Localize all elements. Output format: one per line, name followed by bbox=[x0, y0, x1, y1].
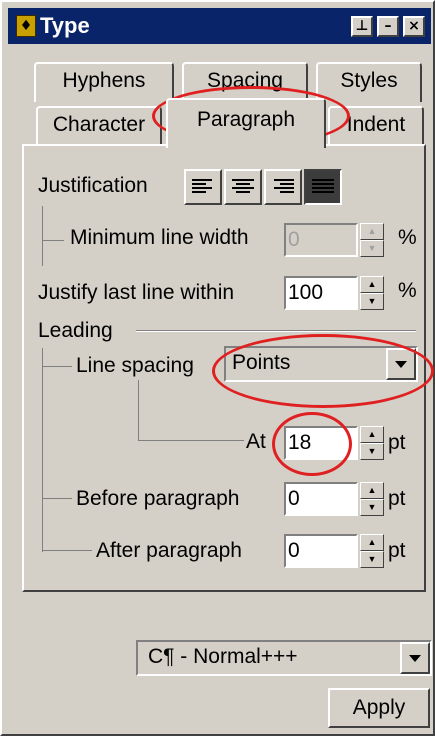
justify-button[interactable] bbox=[304, 169, 342, 205]
tab-styles[interactable]: Styles bbox=[316, 62, 422, 102]
justify-last-line-spinner[interactable]: ▲ ▼ bbox=[360, 276, 384, 310]
app-logo-icon: ♦ bbox=[16, 15, 36, 37]
spin-down-icon[interactable]: ▼ bbox=[360, 443, 384, 460]
tree-line bbox=[42, 348, 43, 552]
tab-character[interactable]: Character bbox=[36, 106, 162, 146]
min-line-width-label: Minimum line width bbox=[70, 226, 249, 249]
at-label: At bbox=[246, 430, 266, 453]
justify-last-line-label: Justify last line within bbox=[38, 281, 235, 304]
before-paragraph-unit: pt bbox=[388, 487, 406, 510]
annotation-circle bbox=[212, 334, 434, 408]
spin-down-icon[interactable]: ▼ bbox=[360, 240, 384, 257]
tab-hyphens[interactable]: Hyphens bbox=[34, 62, 174, 102]
at-spinner[interactable]: ▲ ▼ bbox=[360, 426, 384, 460]
spin-down-icon[interactable]: ▼ bbox=[360, 499, 384, 516]
after-paragraph-input[interactable]: 0 bbox=[284, 534, 358, 568]
align-center-icon bbox=[232, 179, 254, 193]
after-paragraph-label: After paragraph bbox=[96, 539, 242, 562]
minimize-button[interactable]: – bbox=[377, 16, 399, 37]
at-unit: pt bbox=[388, 431, 406, 454]
spin-up-icon[interactable]: ▲ bbox=[360, 276, 384, 293]
tree-line bbox=[138, 440, 244, 441]
tab-paragraph[interactable]: Paragraph bbox=[166, 98, 326, 148]
align-left-button[interactable] bbox=[184, 169, 222, 205]
align-left-icon bbox=[192, 179, 212, 193]
min-line-width-unit: % bbox=[398, 226, 417, 249]
tree-line bbox=[42, 366, 72, 367]
paragraph-style-value: C¶ - Normal+++ bbox=[148, 645, 298, 668]
paragraph-style-select[interactable]: C¶ - Normal+++ bbox=[136, 640, 432, 676]
annotation-circle bbox=[272, 412, 352, 476]
tree-line bbox=[42, 550, 92, 551]
tree-line bbox=[138, 380, 139, 440]
before-paragraph-input[interactable]: 0 bbox=[284, 482, 358, 516]
before-paragraph-spinner[interactable]: ▲ ▼ bbox=[360, 482, 384, 516]
line-spacing-label: Line spacing bbox=[76, 354, 194, 377]
align-right-button[interactable] bbox=[264, 169, 302, 205]
tree-line bbox=[42, 498, 72, 499]
justify-last-line-input[interactable]: 100 bbox=[284, 276, 358, 310]
spin-down-icon[interactable]: ▼ bbox=[360, 551, 384, 568]
leading-divider-highlight bbox=[136, 331, 416, 332]
pin-icon[interactable]: ⊥ bbox=[351, 16, 373, 37]
align-center-button[interactable] bbox=[224, 169, 262, 205]
spin-up-icon[interactable]: ▲ bbox=[360, 223, 384, 240]
type-palette-window: ♦ Type ⊥ – × Hyphens Spacing Styles Char… bbox=[0, 0, 435, 736]
chevron-down-icon[interactable] bbox=[400, 642, 430, 674]
after-paragraph-spinner[interactable]: ▲ ▼ bbox=[360, 534, 384, 568]
title-bar[interactable]: ♦ Type ⊥ – × bbox=[8, 8, 431, 44]
spin-up-icon[interactable]: ▲ bbox=[360, 426, 384, 443]
tree-line bbox=[42, 206, 43, 266]
min-line-width-spinner[interactable]: ▲ ▼ bbox=[360, 223, 384, 257]
align-right-icon bbox=[274, 179, 294, 193]
justification-label: Justification bbox=[38, 174, 148, 197]
leading-label: Leading bbox=[38, 319, 113, 342]
justify-icon bbox=[312, 179, 334, 193]
spin-down-icon[interactable]: ▼ bbox=[360, 293, 384, 310]
window-title: Type bbox=[40, 13, 90, 38]
tree-line bbox=[42, 240, 64, 241]
after-paragraph-unit: pt bbox=[388, 539, 406, 562]
justify-last-line-unit: % bbox=[398, 279, 417, 302]
close-button[interactable]: × bbox=[403, 16, 425, 37]
min-line-width-input[interactable]: 0 bbox=[284, 223, 358, 257]
before-paragraph-label: Before paragraph bbox=[76, 487, 240, 510]
spin-up-icon[interactable]: ▲ bbox=[360, 482, 384, 499]
spin-up-icon[interactable]: ▲ bbox=[360, 534, 384, 551]
apply-button[interactable]: Apply bbox=[328, 688, 430, 728]
